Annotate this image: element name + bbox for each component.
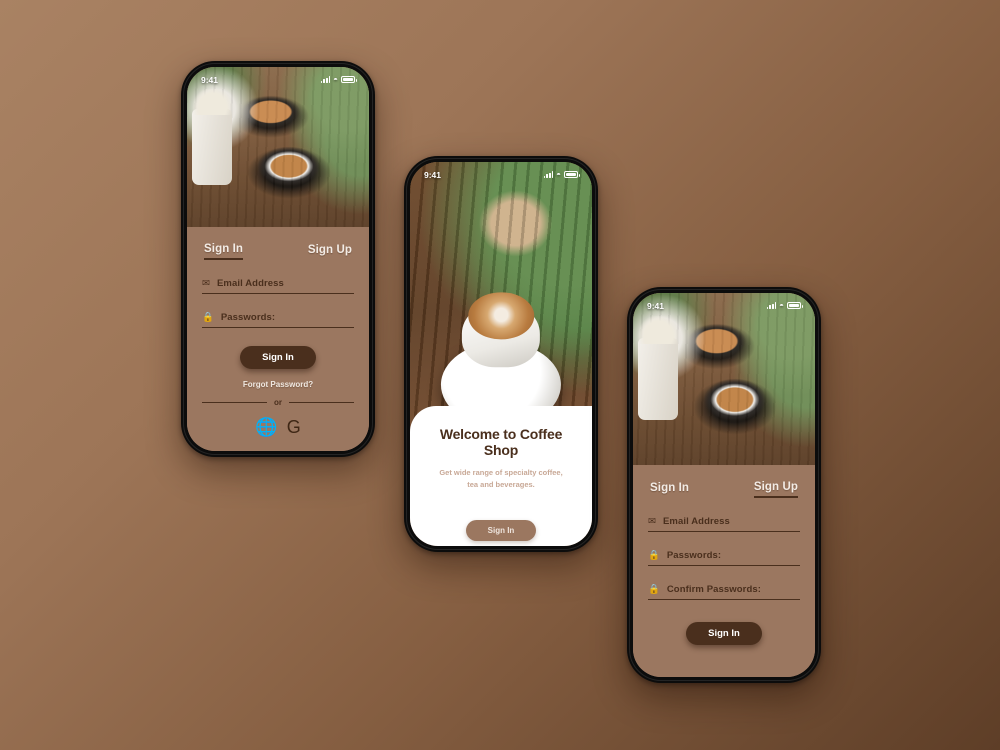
status-bar: 9:41 ◓ [187,67,369,89]
forgot-password-link[interactable]: Forgot Password? [202,380,354,389]
email-field[interactable]: ✉ Email Address [648,516,800,532]
signup-panel: Sign In Sign Up ✉ Email Address 🔒 Passwo… [633,465,815,677]
social-login-row: 🌐 G [202,418,354,436]
welcome-sign-in-button[interactable]: Sign In [465,520,537,542]
phone-mockup-signin: 9:41 ◓ Sign In Sign Up ✉ Email Address 🔒… [181,61,375,457]
lock-icon: 🔒 [648,583,660,595]
welcome-subtitle-line1: Get wide range of specialty coffee, [439,468,563,477]
phone-mockup-signup: 9:41 ◓ Sign In Sign Up ✉ Email Address 🔒… [627,287,821,683]
status-bar: 9:41 ◓ [410,162,592,184]
screen-signin: 9:41 ◓ Sign In Sign Up ✉ Email Address 🔒… [187,67,369,451]
status-icons: ◓ [766,300,803,310]
status-bar: 9:41 ◓ [633,293,815,315]
battery-icon [564,171,580,178]
password-field-label: Passwords: [666,550,722,561]
hero-photo-cappuccinos [633,293,815,465]
welcome-subtitle-line2: tea and beverages. [467,479,535,489]
signup-fields: ✉ Email Address 🔒 Passwords: 🔒 Confirm P… [648,516,800,600]
lock-icon: 🔒 [202,311,214,323]
status-time: 9:41 [647,300,665,311]
tab-sign-in[interactable]: Sign In [204,243,244,260]
wifi-icon: ◓ [333,74,338,84]
email-field-label: Email Address [216,278,284,289]
signal-icon [320,76,331,83]
email-field-label: Email Address [662,516,730,527]
battery-icon [787,302,803,309]
signal-icon [543,171,554,178]
plant-pot-decor [636,316,681,421]
tab-sign-up[interactable]: Sign Up [753,481,798,498]
screen-welcome: 9:41 ◓ Welcome to Coffee Shop Get wide r… [410,162,592,546]
sign-up-submit-button[interactable]: Sign In [686,622,762,645]
welcome-subtitle: Get wide range of specialty coffee, tea … [426,467,576,490]
signal-icon [766,302,777,309]
facebook-icon[interactable]: 🌐 [255,418,277,436]
welcome-title: Welcome to Coffee Shop [439,426,563,458]
battery-icon [341,76,357,83]
password-field[interactable]: 🔒 Passwords: [202,312,354,328]
divider-line-left [202,401,267,404]
status-icons: ◓ [320,74,357,84]
google-icon[interactable]: G [287,418,301,436]
confirm-password-field[interactable]: 🔒 Confirm Passwords: [648,584,800,600]
envelope-icon: ✉ [202,277,210,289]
signin-fields: ✉ Email Address 🔒 Passwords: [202,278,354,328]
status-time: 9:41 [201,74,219,85]
password-field-label: Passwords: [220,312,276,323]
wifi-icon: ◓ [779,300,784,310]
envelope-icon: ✉ [648,515,656,527]
auth-tabs: Sign In Sign Up [648,465,800,498]
tab-sign-in[interactable]: Sign In [650,482,689,497]
confirm-password-field-label: Confirm Passwords: [666,584,762,595]
auth-tabs: Sign In Sign Up [202,227,354,260]
or-label: or [274,398,282,407]
hero-photo-cappuccinos [187,67,369,227]
tab-sign-up[interactable]: Sign Up [308,244,352,259]
status-time: 9:41 [424,169,442,180]
wifi-icon: ◓ [556,169,561,179]
welcome-card: Welcome to Coffee Shop Get wide range of… [410,406,592,546]
email-field[interactable]: ✉ Email Address [202,278,354,294]
mockup-background: 9:41 ◓ Sign In Sign Up ✉ Email Address 🔒… [0,0,1000,750]
plant-pot-decor [190,88,235,186]
status-icons: ◓ [543,169,580,179]
latte-art-decor [468,291,534,340]
phone-mockup-welcome: 9:41 ◓ Welcome to Coffee Shop Get wide r… [404,156,598,552]
lock-icon: 🔒 [648,549,660,561]
password-field[interactable]: 🔒 Passwords: [648,550,800,566]
screen-signup: 9:41 ◓ Sign In Sign Up ✉ Email Address 🔒… [633,293,815,677]
signin-panel: Sign In Sign Up ✉ Email Address 🔒 Passwo… [187,227,369,451]
sign-in-button[interactable]: Sign In [240,346,316,369]
or-divider: or [202,398,354,407]
divider-line-right [289,401,354,404]
